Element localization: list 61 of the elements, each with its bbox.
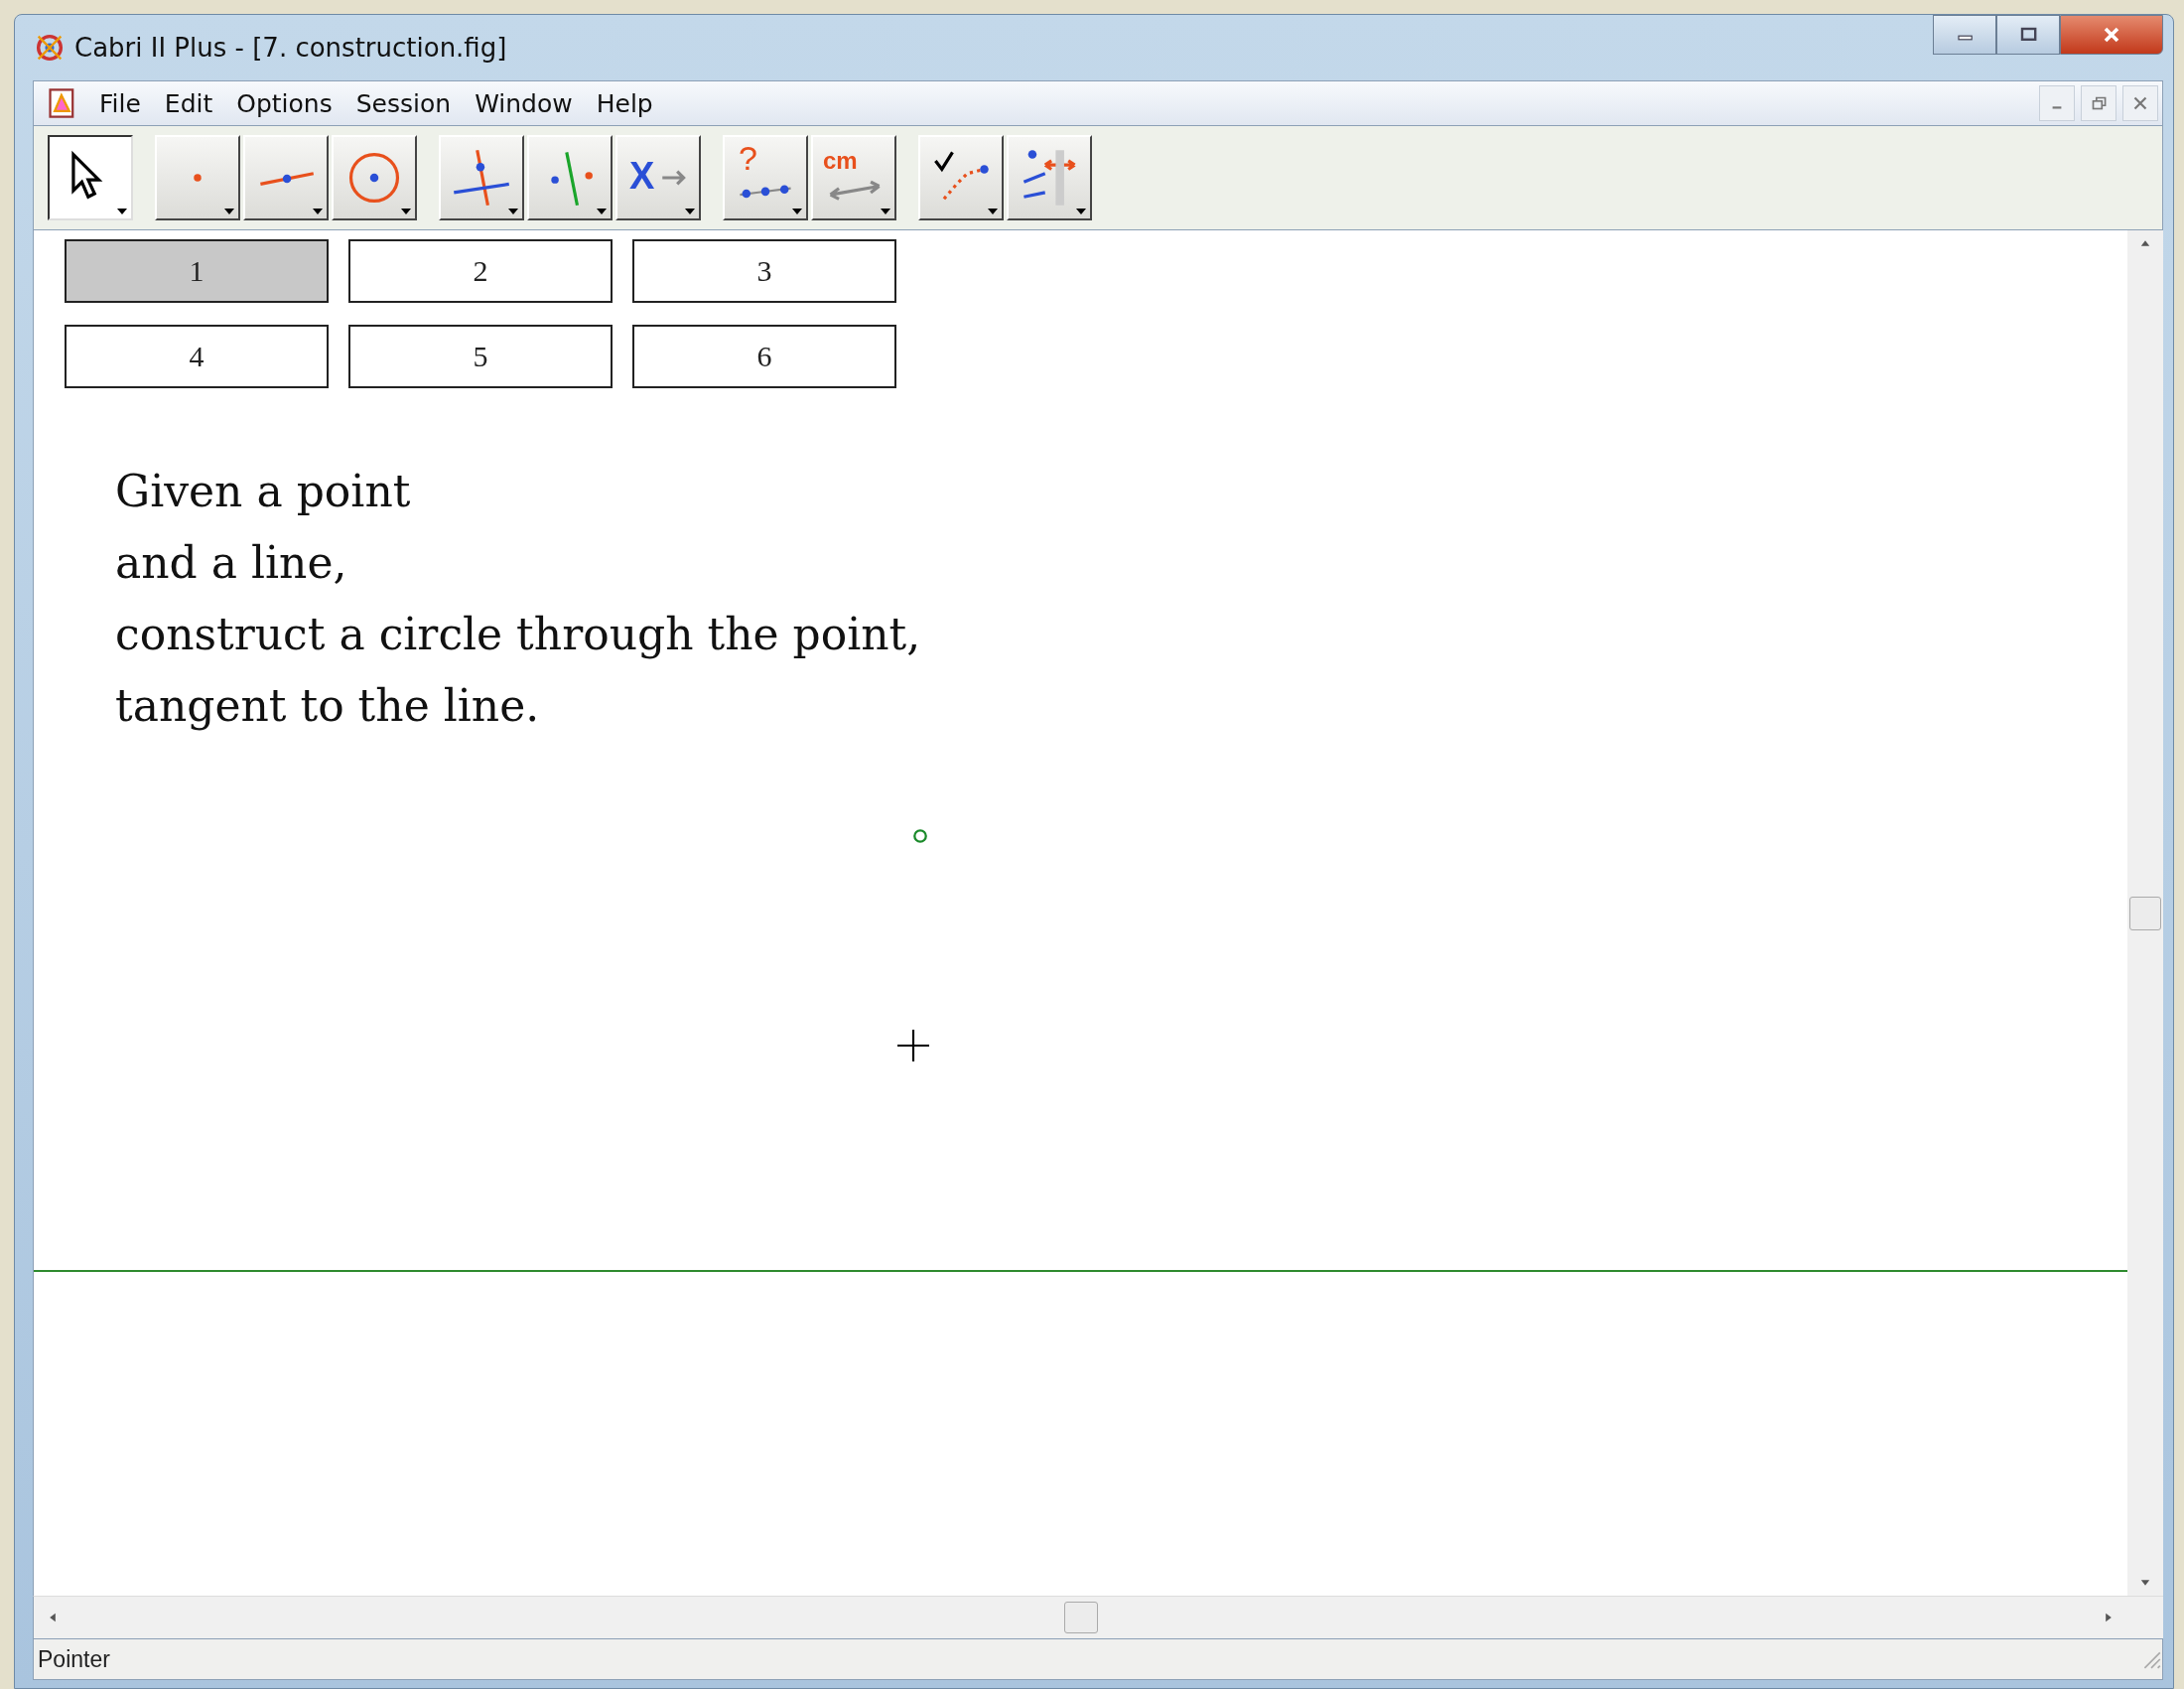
vertical-scrollbar[interactable] — [2127, 230, 2163, 1596]
arrow-cursor-icon — [71, 150, 103, 200]
symmetry-tool[interactable] — [527, 135, 613, 220]
dropdown-arrow-icon — [313, 209, 323, 214]
dropdown-arrow-icon — [401, 209, 411, 214]
horizontal-scrollbar[interactable] — [33, 1596, 2163, 1638]
point-icon — [912, 828, 928, 844]
close-button[interactable] — [2060, 15, 2163, 55]
menu-item[interactable]: Edit — [156, 88, 229, 118]
minimize-icon — [1958, 35, 1973, 41]
dropdown-arrow-icon — [508, 209, 518, 214]
check-icon — [934, 151, 989, 201]
menu-item[interactable]: Options — [228, 88, 348, 118]
menu-item[interactable]: Help — [588, 88, 669, 118]
dropdown-arrow-icon — [685, 209, 695, 214]
window-title: Cabri II Plus - [7. construction.fig] — [74, 33, 507, 63]
step-button[interactable]: 5 — [348, 325, 613, 388]
step-button[interactable]: 2 — [348, 239, 613, 303]
dropdown-arrow-icon — [792, 209, 802, 214]
step-button[interactable]: 4 — [65, 325, 329, 388]
instruction-text: Given a point — [115, 465, 412, 518]
circle-icon — [348, 152, 400, 204]
crossing-lines-icon — [454, 149, 509, 207]
step-button[interactable]: 6 — [632, 325, 896, 388]
menu-item[interactable]: Session — [347, 88, 468, 118]
dropdown-arrow-icon — [988, 209, 998, 214]
arrows-icon — [1022, 150, 1077, 206]
arrow-icon — [660, 170, 686, 186]
pointer-tool[interactable] — [48, 135, 133, 220]
instruction-text: and a line, — [115, 536, 348, 590]
dropdown-arrow-icon — [881, 209, 890, 214]
status-text: Pointer — [38, 1645, 110, 1673]
instruction-text: construct a circle through the point, — [115, 608, 922, 661]
point-tool[interactable] — [155, 135, 240, 220]
step-button[interactable]: 1 — [65, 239, 329, 303]
minimize-icon — [2052, 106, 2062, 109]
circle-tool[interactable] — [332, 135, 417, 220]
check-tool[interactable] — [918, 135, 1004, 220]
perpendicular-tool[interactable] — [439, 135, 524, 220]
minimize-button[interactable] — [1933, 15, 1996, 55]
map-tool[interactable]: X — [615, 135, 701, 220]
dropdown-arrow-icon — [597, 209, 607, 214]
restore-button[interactable] — [2081, 85, 2116, 121]
display-tool[interactable] — [1007, 135, 1092, 220]
dotted-line-icon — [740, 185, 791, 199]
step-button[interactable]: 3 — [632, 239, 896, 303]
maximize-button[interactable] — [1996, 15, 2060, 55]
menu-item[interactable]: Window — [467, 88, 589, 118]
crosshair-cursor-icon — [897, 1030, 929, 1061]
menu-item[interactable]: File — [91, 88, 157, 118]
line-tool[interactable] — [243, 135, 329, 220]
dropdown-arrow-icon — [224, 209, 234, 214]
instruction-text: tangent to the line. — [115, 679, 541, 733]
dots-and-line-icon — [551, 152, 593, 207]
dropdown-arrow-icon — [1076, 209, 1086, 214]
scroll-thumb[interactable] — [1063, 1602, 1098, 1633]
line-icon — [260, 172, 315, 186]
scroll-thumb[interactable] — [2129, 896, 2161, 930]
double-arrow-icon — [828, 180, 882, 201]
dropdown-arrow-icon — [117, 209, 127, 214]
dot-icon — [194, 174, 202, 182]
